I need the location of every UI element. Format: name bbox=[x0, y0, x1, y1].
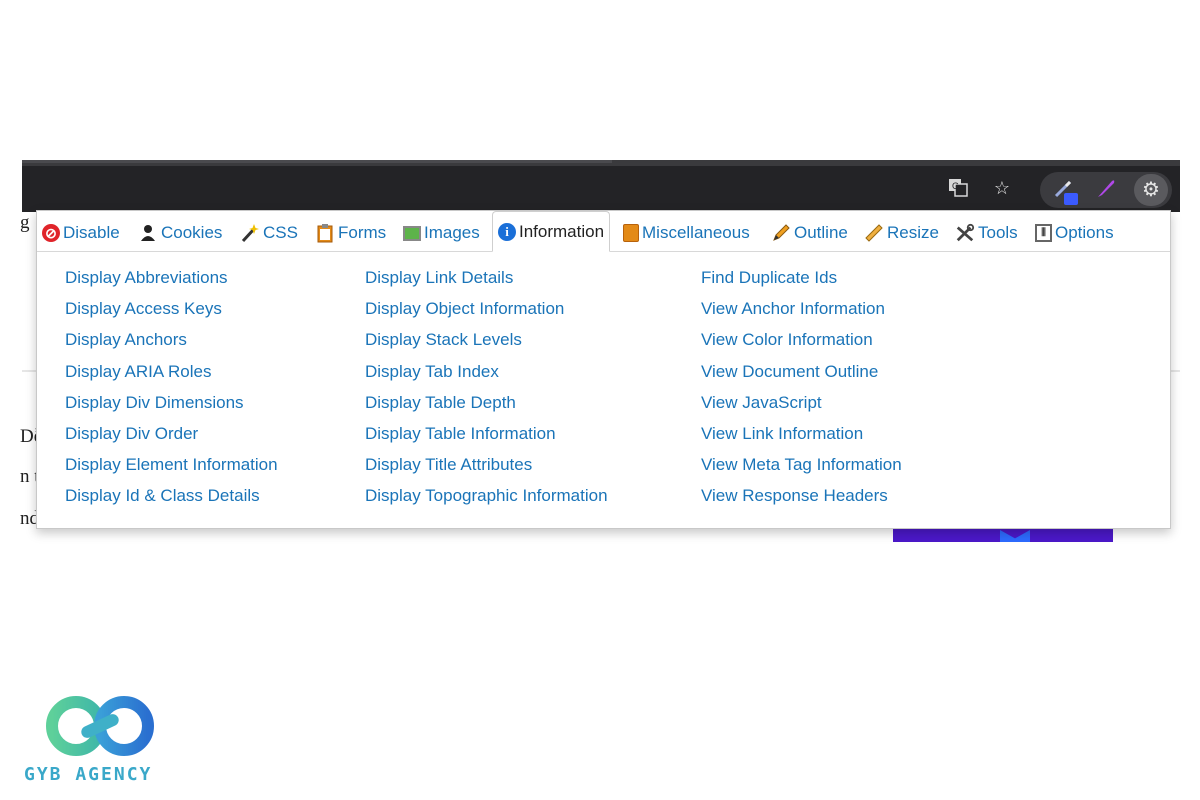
tab-label: CSS bbox=[263, 223, 298, 242]
tab-label: Disable bbox=[63, 223, 120, 242]
disable-icon: ⊘ bbox=[42, 224, 60, 242]
menu-column-1: Display Abbreviations Display Access Key… bbox=[65, 267, 278, 517]
star-icon[interactable]: ☆ bbox=[990, 176, 1014, 200]
tab-label: Options bbox=[1055, 223, 1114, 242]
tab-cookies[interactable]: Cookies bbox=[138, 219, 222, 247]
menu-item-display-stack-levels[interactable]: Display Stack Levels bbox=[365, 329, 608, 360]
information-icon: i bbox=[498, 222, 516, 241]
web-developer-popup: ⊘ Disable Cookies CSS Forms Images i Inf… bbox=[36, 210, 1171, 529]
menu-item-display-div-dimensions[interactable]: Display Div Dimensions bbox=[65, 392, 278, 423]
menu-item-display-anchors[interactable]: Display Anchors bbox=[65, 329, 278, 360]
menu-item-display-element-information[interactable]: Display Element Information bbox=[65, 454, 278, 485]
logo-text: GYB AGENCY bbox=[24, 764, 153, 785]
menu-item-view-response-headers[interactable]: View Response Headers bbox=[701, 485, 902, 516]
tab-label: Miscellaneous bbox=[642, 223, 750, 242]
menu-item-display-topographic-information[interactable]: Display Topographic Information bbox=[365, 485, 608, 516]
menu-item-find-duplicate-ids[interactable]: Find Duplicate Ids bbox=[701, 267, 902, 298]
tab-miscellaneous[interactable]: Miscellaneous bbox=[623, 219, 750, 247]
tab-label: Resize bbox=[887, 223, 939, 242]
logo-mark-icon bbox=[46, 696, 154, 756]
tab-label: Information bbox=[519, 221, 605, 241]
menu-item-display-table-depth[interactable]: Display Table Depth bbox=[365, 392, 608, 423]
tab-images[interactable]: Images bbox=[403, 219, 480, 247]
menu-item-display-div-order[interactable]: Display Div Order bbox=[65, 423, 278, 454]
translate-icon[interactable]: G bbox=[946, 176, 970, 200]
menu-item-view-javascript[interactable]: View JavaScript bbox=[701, 392, 902, 423]
forms-clipboard-icon bbox=[315, 223, 335, 243]
tab-label: Tools bbox=[978, 223, 1018, 242]
gear-icon[interactable]: ⚙ bbox=[1134, 174, 1168, 206]
menu-item-display-aria-roles[interactable]: Display ARIA Roles bbox=[65, 361, 278, 392]
menu-item-display-id-class-details[interactable]: Display Id & Class Details bbox=[65, 485, 278, 516]
popup-tab-bar: ⊘ Disable Cookies CSS Forms Images i Inf… bbox=[37, 211, 1170, 252]
svg-text:G: G bbox=[952, 181, 959, 191]
menu-item-display-link-details[interactable]: Display Link Details bbox=[365, 267, 608, 298]
menu-item-display-object-information[interactable]: Display Object Information bbox=[365, 298, 608, 329]
tab-information[interactable]: i Information bbox=[492, 211, 611, 252]
menu-item-display-table-information[interactable]: Display Table Information bbox=[365, 423, 608, 454]
menu-item-view-document-outline[interactable]: View Document Outline bbox=[701, 361, 902, 392]
menu-item-view-anchor-information[interactable]: View Anchor Information bbox=[701, 298, 902, 329]
tools-icon bbox=[955, 223, 975, 243]
extension-badge bbox=[1064, 193, 1078, 205]
menu-item-display-tab-index[interactable]: Display Tab Index bbox=[365, 361, 608, 392]
feather-icon[interactable] bbox=[1094, 176, 1118, 200]
outline-pencil-icon bbox=[771, 223, 791, 243]
tab-css[interactable]: CSS bbox=[240, 219, 298, 247]
tab-disable[interactable]: ⊘ Disable bbox=[42, 219, 120, 247]
tab-tools[interactable]: Tools bbox=[955, 219, 1018, 247]
tab-resize[interactable]: Resize bbox=[864, 219, 939, 247]
cookies-icon bbox=[138, 223, 158, 243]
menu-item-view-link-information[interactable]: View Link Information bbox=[701, 423, 902, 454]
active-tab-edge bbox=[22, 160, 612, 163]
tab-label: Images bbox=[424, 223, 480, 242]
images-icon bbox=[403, 225, 421, 241]
options-icon: ⫴ bbox=[1035, 224, 1052, 242]
miscellaneous-book-icon bbox=[623, 224, 639, 242]
menu-item-view-meta-tag-information[interactable]: View Meta Tag Information bbox=[701, 454, 902, 485]
resize-ruler-icon bbox=[864, 223, 884, 243]
menu-column-2: Display Link Details Display Object Info… bbox=[365, 267, 608, 517]
menu-column-3: Find Duplicate Ids View Anchor Informati… bbox=[701, 267, 902, 517]
menu-item-view-color-information[interactable]: View Color Information bbox=[701, 329, 902, 360]
tab-label: Cookies bbox=[161, 223, 223, 242]
menu-item-display-abbreviations[interactable]: Display Abbreviations bbox=[65, 267, 278, 298]
menu-item-display-title-attributes[interactable]: Display Title Attributes bbox=[365, 454, 608, 485]
tab-outline[interactable]: Outline bbox=[771, 219, 848, 247]
css-wand-icon bbox=[240, 223, 260, 243]
tab-options[interactable]: ⫴ Options bbox=[1035, 219, 1114, 247]
menu-item-display-access-keys[interactable]: Display Access Keys bbox=[65, 298, 278, 329]
tab-label: Outline bbox=[794, 223, 848, 242]
tab-label: Forms bbox=[338, 223, 387, 242]
tab-forms[interactable]: Forms bbox=[315, 219, 386, 247]
page-text-fragment: g bbox=[20, 212, 30, 233]
